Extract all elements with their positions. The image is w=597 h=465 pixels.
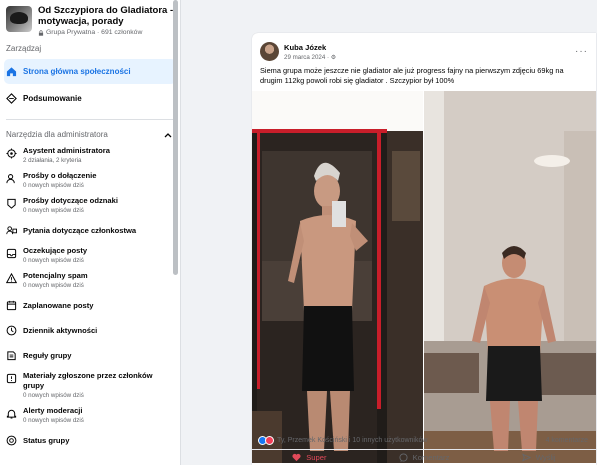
members-question-icon <box>6 226 17 235</box>
post-date[interactable]: 29 marca 2024 · ⚙ <box>284 54 336 61</box>
admin-item-title: Prośby o dołączenie <box>23 171 97 180</box>
more-options-icon[interactable]: ··· <box>575 46 588 57</box>
send-label: Wyślij <box>535 453 556 462</box>
sidebar: Od Szczypiora do Gladiatora - motywacja,… <box>0 0 181 465</box>
sidebar-item-label: Podsumowanie <box>23 94 82 103</box>
clock-icon <box>6 325 17 336</box>
sidebar-item-moderation-alerts[interactable]: Alerty moderacji 0 nowych wpisów dziś <box>0 403 180 428</box>
badge-icon <box>7 198 16 209</box>
sidebar-item-potential-spam[interactable]: Potencjalny spam 0 nowych wpisów dziś <box>0 268 180 293</box>
photo-after-image <box>424 91 596 463</box>
reaction-icons[interactable] <box>258 435 274 445</box>
globe-icon: ⚙ <box>330 53 337 61</box>
admin-item-title: Dziennik aktywności <box>23 325 98 335</box>
admin-item-title: Potencjalny spam <box>23 271 88 280</box>
heart-icon <box>292 453 301 462</box>
admin-item-sub: 0 nowych wpisów dziś <box>23 207 84 214</box>
reactions-text[interactable]: Ty, Przemek Kościński i 10 innych użytko… <box>277 437 427 444</box>
admin-item-sub: 0 nowych wpisów dziś <box>23 257 84 264</box>
admin-assistant-icon <box>6 148 17 159</box>
photo-before[interactable] <box>252 91 423 463</box>
admin-item-title: Reguły grupy <box>23 350 72 360</box>
sidebar-item-membership-questions[interactable]: Pytania dotyczące członkostwa <box>0 218 180 243</box>
group-members: 691 członków <box>101 29 143 36</box>
sidebar-item-group-rules[interactable]: Reguły grupy <box>0 343 180 368</box>
admin-item-sub: 0 nowych wpisów dziś <box>23 417 84 424</box>
avatar[interactable] <box>260 42 279 61</box>
admin-item-sub: 0 nowych wpisów dziś <box>23 282 84 289</box>
pending-posts-icon <box>6 248 17 259</box>
super-button[interactable]: Super <box>252 450 367 465</box>
sidebar-item-pending-posts[interactable]: Oczekujące posty 0 nowych wpisów dziś <box>0 243 180 268</box>
super-label: Super <box>306 453 327 462</box>
group-thumbnail[interactable] <box>6 6 32 32</box>
divider <box>6 119 174 120</box>
send-button[interactable]: Wyślij <box>481 450 596 465</box>
admin-item-title: Oczekujące posty <box>23 246 88 255</box>
admin-tools-header[interactable]: Narzędzia dla administratora <box>0 124 180 143</box>
post-text: Siema grupa może jeszcze nie gladiator a… <box>260 66 564 85</box>
admin-item-sub: 2 działania, 2 kryteria <box>23 157 82 164</box>
admin-item-title: Pytania dotyczące członkostwa <box>23 225 137 235</box>
alert-icon <box>6 409 17 419</box>
admin-item-title: Alerty moderacji <box>23 406 83 415</box>
comment-icon <box>399 453 408 462</box>
admin-tools-label: Narzędzia dla administratora <box>6 130 108 139</box>
calendar-icon <box>6 300 17 311</box>
group-privacy: Grupa Prywatna <box>46 29 96 36</box>
diamond-icon <box>6 93 17 104</box>
sidebar-item-label: Strona główna społeczności <box>23 67 131 76</box>
group-header[interactable]: Od Szczypiora do Gladiatora - motywacja,… <box>0 0 180 38</box>
post-header: Kuba Józek 29 marca 2024 · ⚙ ··· <box>252 33 596 63</box>
admin-item-title: Prośby dotyczące odznaki <box>23 196 118 205</box>
admin-item-sub: 0 nowych wpisów dziś <box>23 182 84 189</box>
post-actions: Super Komentarz Wyślij <box>252 449 596 465</box>
person-add-icon <box>6 174 15 184</box>
sidebar-scrollbar[interactable] <box>173 0 178 275</box>
lock-icon <box>38 29 44 36</box>
sidebar-item-member-reported[interactable]: Materiały zgłoszone przez członków grupy… <box>0 368 180 403</box>
sidebar-item-summary[interactable]: Podsumowanie <box>0 86 180 111</box>
sidebar-item-admin-assistant[interactable]: Asystent administratora 2 działania, 2 kr… <box>0 143 180 168</box>
manage-label: Zarządzaj <box>6 44 42 53</box>
sidebar-item-activity-log[interactable]: Dziennik aktywności <box>0 318 180 343</box>
home-icon <box>6 67 17 77</box>
sidebar-item-scheduled-posts[interactable]: Zaplanowane posty <box>0 293 180 318</box>
warning-icon <box>6 273 17 284</box>
admin-item-sub: 0 nowych wpisów dziś <box>23 392 84 399</box>
comment-label: Komentarz <box>412 453 450 462</box>
comment-button[interactable]: Komentarz <box>367 450 482 465</box>
photo-before-image <box>252 91 423 463</box>
admin-item-title: Status grupy <box>23 435 70 445</box>
sidebar-item-community-home[interactable]: Strona główna społeczności <box>4 59 176 84</box>
photo-after[interactable] <box>424 91 596 463</box>
post-card: Kuba Józek 29 marca 2024 · ⚙ ··· Siema g… <box>252 33 596 465</box>
sidebar-item-group-status[interactable]: Status grupy <box>0 428 180 453</box>
send-icon <box>521 453 531 462</box>
sidebar-item-badge-requests[interactable]: Prośby dotyczące odznaki 0 nowych wpisów … <box>0 193 180 218</box>
flag-icon <box>6 373 17 384</box>
admin-item-title: Asystent administratora <box>23 146 110 155</box>
post-date-text: 29 marca 2024 <box>284 53 326 61</box>
love-reaction-icon <box>265 435 274 445</box>
sidebar-item-join-requests[interactable]: Prośby o dołączenie 0 nowych wpisów dziś <box>0 168 180 193</box>
group-meta: Grupa Prywatna · 691 członków <box>38 29 174 36</box>
chevron-up-icon[interactable] <box>164 132 172 138</box>
admin-item-title: Materiały zgłoszone przez członków grupy <box>23 371 153 390</box>
post-author[interactable]: Kuba Józek <box>284 43 336 52</box>
admin-item-title: Zaplanowane posty <box>23 300 94 310</box>
status-icon <box>6 435 17 446</box>
comments-count[interactable]: 4 komentarze <box>546 437 588 444</box>
group-title[interactable]: Od Szczypiora do Gladiatora - motywacja,… <box>38 5 174 27</box>
post-stats: Ty, Przemek Kościński i 10 innych użytko… <box>258 433 596 447</box>
rules-icon <box>7 351 16 361</box>
post-photos[interactable] <box>252 91 596 463</box>
